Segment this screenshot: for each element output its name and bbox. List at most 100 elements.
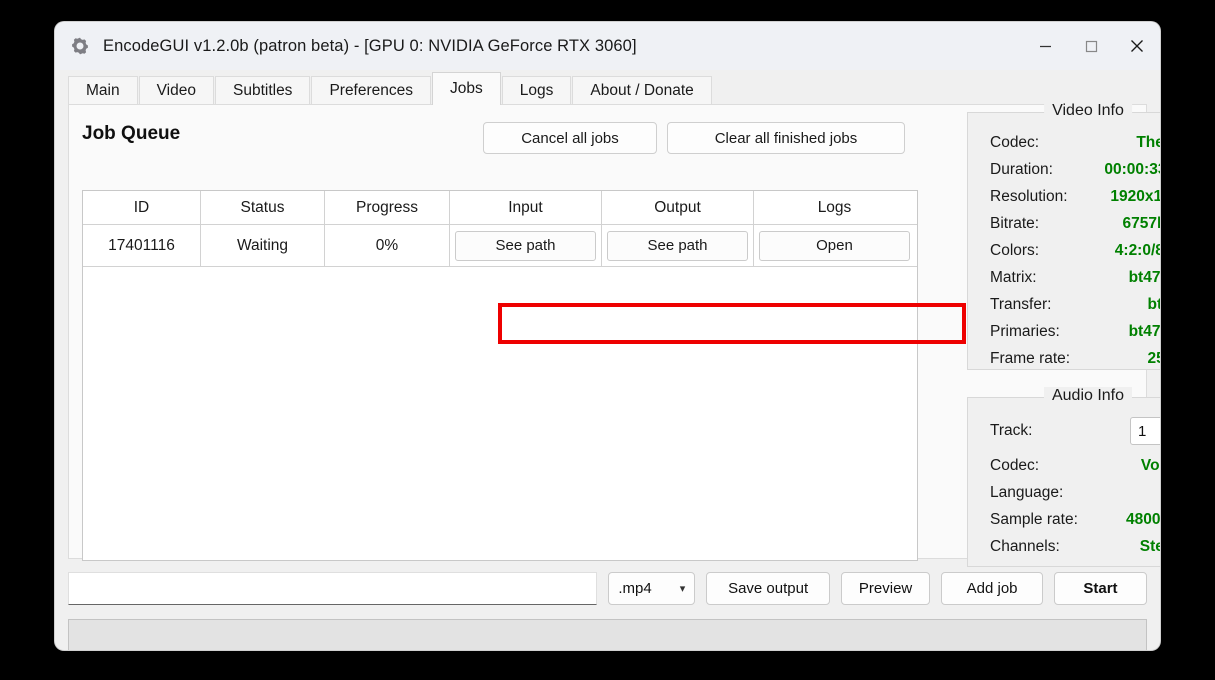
value-sample-rate: 48000Hz xyxy=(1125,510,1160,528)
container-format-value: .mp4 xyxy=(618,579,652,597)
label-transfer: Transfer: xyxy=(990,295,1052,313)
audio-track-select[interactable]: 1 ▾ xyxy=(1130,417,1160,445)
label-sample-rate: Sample rate: xyxy=(990,510,1078,528)
label-matrix: Matrix: xyxy=(990,268,1037,286)
logs-open-button[interactable]: Open xyxy=(759,230,910,261)
label-frame-rate: Frame rate: xyxy=(990,349,1071,367)
chevron-down-icon: ▾ xyxy=(679,582,686,595)
audio-info-row-sample-rate: Sample rate: 48000Hz xyxy=(968,506,1160,533)
video-info-row-colors: Colors: 4:2:0/8-bit xyxy=(968,237,1160,264)
label-codec: Codec: xyxy=(990,133,1040,151)
value-codec: Theora xyxy=(1136,133,1160,151)
value-primaries: bt470bg xyxy=(1128,322,1160,340)
tab-main[interactable]: Main xyxy=(68,76,138,104)
job-queue-table: ID Status Progress Input Output Logs 174… xyxy=(82,190,918,561)
minimize-button[interactable] xyxy=(1022,22,1068,70)
preview-button[interactable]: Preview xyxy=(840,571,931,605)
video-info-row-resolution: Resolution: 1920x1080 xyxy=(968,183,1160,210)
column-header-status: Status xyxy=(201,191,325,224)
label-language: Language: xyxy=(990,483,1064,501)
value-colors: 4:2:0/8-bit xyxy=(1114,241,1160,259)
cell-job-progress: 0% xyxy=(325,225,450,266)
page-title: Job Queue xyxy=(82,123,181,144)
label-track: Track: xyxy=(990,422,1033,439)
window-controls xyxy=(1022,22,1160,70)
video-info-row-frame-rate: Frame rate: 25fps xyxy=(968,345,1160,372)
table-row: 17401116 Waiting 0% See path See path Op… xyxy=(83,225,917,267)
table-header-row: ID Status Progress Input Output Logs xyxy=(83,191,917,225)
label-duration: Duration: xyxy=(990,160,1053,178)
video-info-row-codec: Codec: Theora xyxy=(968,129,1160,156)
video-info-row-primaries: Primaries: bt470bg xyxy=(968,318,1160,345)
video-info-title: Video Info xyxy=(1044,102,1132,120)
audio-info-row-language: Language: ? xyxy=(968,479,1160,506)
label-resolution: Resolution: xyxy=(990,187,1068,205)
video-info-row-matrix: Matrix: bt470bg xyxy=(968,264,1160,291)
gear-icon xyxy=(69,35,91,57)
tab-label: Video xyxy=(156,81,196,99)
tab-label: About / Donate xyxy=(590,81,694,99)
value-matrix: bt470bg xyxy=(1128,268,1160,286)
tab-label: Main xyxy=(86,81,120,99)
column-header-progress: Progress xyxy=(325,191,450,224)
audio-info-row-codec: Codec: Vorbis xyxy=(968,452,1160,479)
audio-info-title: Audio Info xyxy=(1043,387,1133,405)
cell-job-output: See path xyxy=(602,225,754,266)
video-info-row-duration: Duration: 00:00:33.00 xyxy=(968,156,1160,183)
tab-label: Logs xyxy=(519,81,554,99)
video-info-panel: Video Info Codec: Theora Duration: 00:00… xyxy=(967,102,1160,372)
column-header-output: Output xyxy=(602,191,754,224)
column-header-input: Input xyxy=(450,191,602,224)
label-channels: Channels: xyxy=(990,537,1060,555)
tab-label: Preferences xyxy=(329,81,414,99)
input-see-path-button[interactable]: See path xyxy=(455,230,596,261)
start-button[interactable]: Start xyxy=(1053,571,1147,605)
close-button[interactable] xyxy=(1114,22,1160,70)
audio-info-row-track: Track: 1 ▾ xyxy=(968,410,1160,452)
audio-info-row-channels: Channels: Stereo xyxy=(968,533,1160,560)
label-audio-codec: Codec: xyxy=(990,456,1040,474)
save-output-button[interactable]: Save output xyxy=(706,571,830,605)
value-bitrate: 6757kb/s xyxy=(1122,214,1161,232)
tab-label: Jobs xyxy=(450,80,483,97)
value-frame-rate: 25fps xyxy=(1147,349,1161,367)
bottom-action-bar: .mp4 ▾ Save output Preview Add job Start xyxy=(68,568,1147,608)
application-window: EncodeGUI v1.2.0b (patron beta) - [GPU 0… xyxy=(55,22,1160,650)
status-bar xyxy=(68,619,1147,650)
audio-track-value: 1 xyxy=(1138,422,1147,440)
output-see-path-button[interactable]: See path xyxy=(607,230,748,261)
output-path-input[interactable] xyxy=(68,571,598,605)
value-resolution: 1920x1080 xyxy=(1110,187,1160,205)
tab-subtitles[interactable]: Subtitles xyxy=(214,76,311,104)
title-bar: EncodeGUI v1.2.0b (patron beta) - [GPU 0… xyxy=(55,22,1160,70)
video-info-row-bitrate: Bitrate: 6757kb/s xyxy=(968,210,1160,237)
cell-job-id: 17401116 xyxy=(83,225,201,266)
value-channels: Stereo xyxy=(1139,537,1160,555)
tab-label: Subtitles xyxy=(232,81,293,99)
cancel-all-jobs-button[interactable]: Cancel all jobs xyxy=(483,122,657,154)
video-info-row-transfer: Transfer: bt709 xyxy=(968,291,1160,318)
tab-video[interactable]: Video xyxy=(138,76,214,104)
tab-strip: Main Video Subtitles Preferences Jobs Lo… xyxy=(68,72,713,105)
cell-job-status: Waiting xyxy=(201,225,325,266)
audio-info-panel: Audio Info Track: 1 ▾ Codec: Vorbis Lang… xyxy=(967,387,1160,567)
maximize-button[interactable] xyxy=(1068,22,1114,70)
value-audio-codec: Vorbis xyxy=(1140,456,1160,474)
label-colors: Colors: xyxy=(990,241,1040,259)
window-title: EncodeGUI v1.2.0b (patron beta) - [GPU 0… xyxy=(103,36,637,55)
value-transfer: bt709 xyxy=(1147,295,1161,313)
cell-job-input: See path xyxy=(450,225,602,266)
tab-preferences[interactable]: Preferences xyxy=(311,76,432,104)
label-primaries: Primaries: xyxy=(990,322,1060,340)
tab-about-donate[interactable]: About / Donate xyxy=(572,76,712,104)
container-format-select[interactable]: .mp4 ▾ xyxy=(608,571,696,605)
add-job-button[interactable]: Add job xyxy=(941,571,1043,605)
column-header-id: ID xyxy=(83,191,201,224)
clear-all-finished-jobs-button[interactable]: Clear all finished jobs xyxy=(667,122,905,154)
tab-jobs[interactable]: Jobs xyxy=(432,72,501,105)
tab-logs[interactable]: Logs xyxy=(501,76,572,104)
column-header-logs: Logs xyxy=(817,198,852,216)
label-bitrate: Bitrate: xyxy=(990,214,1040,232)
cell-job-logs: Open xyxy=(754,225,915,266)
value-duration: 00:00:33.00 xyxy=(1104,160,1160,178)
